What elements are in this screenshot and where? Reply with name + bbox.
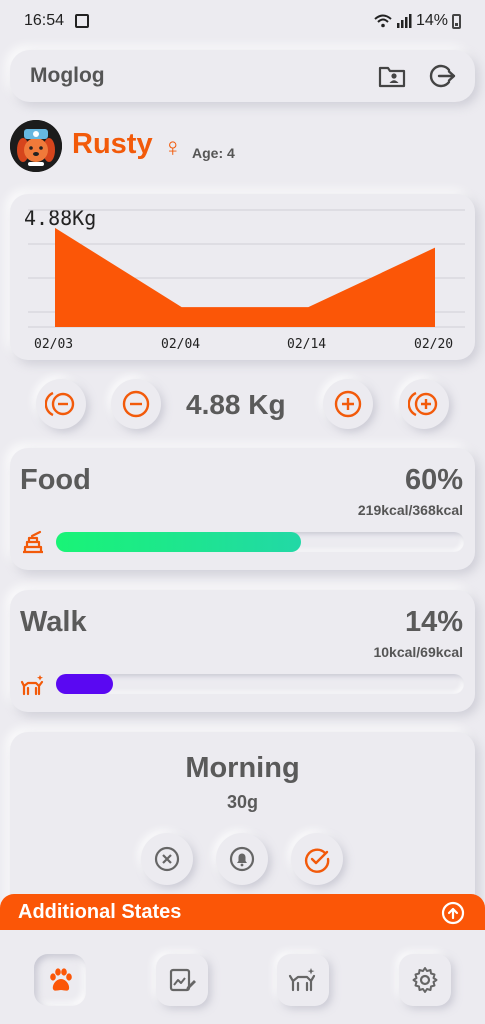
decrease-weight-button[interactable] <box>111 379 161 429</box>
food-percent: 60% <box>404 464 463 496</box>
expand-up-icon[interactable] <box>441 901 465 925</box>
walk-percent: 14% <box>404 606 463 638</box>
x-tick-label: 02/14 <box>287 337 327 352</box>
nav-pet-button[interactable] <box>34 954 86 1006</box>
food-bowl-icon <box>23 530 43 554</box>
dog-walk-icon <box>20 675 44 696</box>
status-time: 16:54 <box>24 12 65 29</box>
additional-states-bar[interactable]: Additional States <box>0 894 485 930</box>
food-card[interactable]: Food 60% 219kcal/368kcal <box>10 448 475 570</box>
nav-settings-button[interactable] <box>399 954 451 1006</box>
pet-avatar[interactable] <box>10 120 62 172</box>
meal-reminder-button[interactable] <box>216 833 268 885</box>
weight-area-series <box>55 227 435 327</box>
walk-card[interactable]: Walk 14% 10kcal/69kcal <box>10 590 475 712</box>
paw-icon <box>50 968 72 991</box>
plus-circle-icon <box>334 390 362 418</box>
battery-percent: 14% <box>415 12 448 29</box>
skip-meal-button[interactable] <box>141 833 193 885</box>
female-gender-icon: ♀ <box>163 132 183 162</box>
walk-progress-fill <box>56 674 114 694</box>
meal-title: Morning <box>185 752 300 784</box>
app-bar: Moglog <box>10 50 475 102</box>
dog-walk-nav-icon <box>288 968 316 992</box>
x-tick-label: 02/03 <box>34 337 74 352</box>
weight-value: 4.88 Kg <box>186 389 286 420</box>
walk-progress-track <box>56 674 464 694</box>
dog-avatar-image <box>10 120 62 172</box>
increase-weight-button[interactable] <box>323 379 373 429</box>
chart-edit-icon <box>169 968 196 992</box>
food-title: Food <box>20 464 91 496</box>
folder-profile-button[interactable] <box>378 62 406 90</box>
signal-icon <box>396 14 412 28</box>
food-kcal: 219kcal/368kcal <box>357 502 463 518</box>
folder-user-icon <box>378 66 406 88</box>
minus-circle-icon <box>122 390 150 418</box>
status-bar: 16:54 14% <box>0 0 485 44</box>
weight-chart <box>28 209 465 328</box>
nav-walk-button[interactable] <box>277 954 329 1006</box>
wifi-icon <box>374 14 392 28</box>
double-minus-icon <box>45 391 75 417</box>
increase-weight-large-button[interactable] <box>399 379 449 429</box>
additional-states-title: Additional States <box>18 901 182 923</box>
image-notification-icon <box>75 14 89 28</box>
x-tick-label: 02/04 <box>161 337 201 352</box>
nav-chart-button[interactable] <box>156 954 208 1006</box>
food-progress-fill <box>56 532 301 552</box>
x-tick-label: 02/20 <box>414 337 454 352</box>
app-title: Moglog <box>30 64 105 87</box>
walk-title: Walk <box>20 606 87 638</box>
logout-button[interactable] <box>428 62 456 90</box>
pet-name: Rusty <box>72 128 153 160</box>
check-circle-icon <box>304 848 330 873</box>
logout-icon <box>429 64 456 88</box>
meal-amount: 30g <box>226 792 259 812</box>
walk-kcal: 10kcal/69kcal <box>373 644 463 660</box>
pet-age: Age: 4 <box>192 145 235 161</box>
weight-chart-card: 4.88Kg 02/03 02/04 02/14 02/20 <box>10 194 475 360</box>
food-progress-track <box>56 532 464 552</box>
close-circle-icon <box>154 846 180 872</box>
decrease-weight-large-button[interactable] <box>36 379 86 429</box>
battery-icon <box>452 13 461 29</box>
settings-icon <box>412 967 438 993</box>
bottom-navigation <box>0 930 485 1024</box>
bell-circle-icon <box>229 846 255 872</box>
double-plus-icon <box>408 391 438 417</box>
status-indicators: 14% <box>374 12 461 30</box>
confirm-meal-button[interactable] <box>291 833 343 885</box>
